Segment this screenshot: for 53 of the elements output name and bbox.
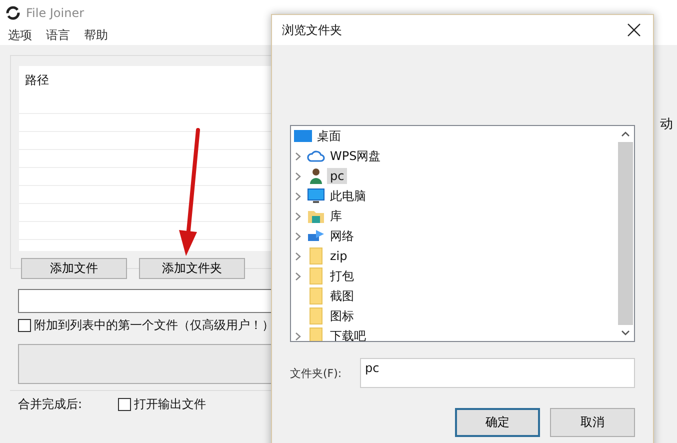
desktop-icon [294, 129, 312, 143]
scroll-down-icon[interactable] [621, 330, 630, 336]
folder-field[interactable]: pc [360, 358, 635, 388]
ok-button[interactable]: 确定 [455, 408, 540, 437]
tree-item[interactable]: 此电脑 [327, 186, 369, 206]
folder-icon [309, 267, 323, 285]
network-icon [307, 228, 325, 244]
checkbox[interactable] [18, 319, 31, 332]
cancel-button[interactable]: 取消 [550, 408, 635, 437]
tree-item[interactable]: 图标 [327, 306, 357, 326]
chevron-icon[interactable] [295, 332, 301, 340]
checkbox[interactable] [118, 398, 132, 411]
scroll-up-icon[interactable] [621, 131, 630, 137]
menu-item[interactable]: 选项 [8, 26, 32, 44]
add-button[interactable]: 添加文件 [21, 258, 127, 279]
folder-icon [309, 307, 323, 325]
column-header: 路径 [25, 73, 49, 87]
folder-icon [309, 247, 323, 265]
tree-item[interactable]: zip [327, 248, 350, 264]
library-icon [307, 208, 325, 224]
tree-item[interactable]: 打包 [327, 266, 357, 286]
user-icon [309, 167, 323, 185]
chevron-icon[interactable] [295, 252, 301, 260]
window-title: File Joiner [26, 6, 84, 20]
folder-label: 文件夹(F): [290, 366, 343, 380]
checkbox-label: 打开输出文件 [134, 396, 206, 413]
cloud-icon [307, 149, 325, 163]
tree-item[interactable]: WPS网盘 [327, 146, 384, 166]
tree-item[interactable]: 截图 [327, 286, 357, 306]
tree-item[interactable]: pc [327, 168, 348, 184]
folder-icon [309, 287, 323, 305]
tree-item[interactable]: 网络 [327, 226, 357, 246]
menu-item[interactable]: 语言 [46, 26, 70, 44]
tree-item[interactable]: 桌面 [314, 126, 344, 146]
chevron-icon[interactable] [295, 152, 301, 160]
menu-item[interactable]: 帮助 [84, 26, 108, 44]
chevron-icon[interactable] [295, 192, 301, 200]
chevron-icon[interactable] [295, 212, 301, 220]
dialog-title: 浏览文件夹 [282, 22, 342, 38]
after-merge-label: 合并完成后: [18, 396, 82, 413]
tree-item[interactable]: 库 [327, 206, 345, 226]
chevron-icon[interactable] [295, 232, 301, 240]
monitor-icon [307, 188, 325, 204]
folder-icon [309, 327, 323, 341]
close-icon[interactable] [627, 23, 641, 37]
tree-item[interactable]: 下载吧 [327, 326, 369, 341]
folder-tree[interactable]: 桌面 WPS网盘 pc 此电脑 库 网络 zip 打包 截图 图标 下载吧 [290, 125, 635, 342]
chevron-icon[interactable] [295, 172, 301, 180]
checkbox-label: 附加到列表中的第一个文件（仅高级用户！） [34, 317, 274, 334]
chevron-icon[interactable] [295, 272, 301, 280]
option-label: 动 [660, 117, 673, 132]
add-button[interactable]: 添加文件夹 [139, 258, 245, 279]
app-icon [6, 6, 20, 20]
